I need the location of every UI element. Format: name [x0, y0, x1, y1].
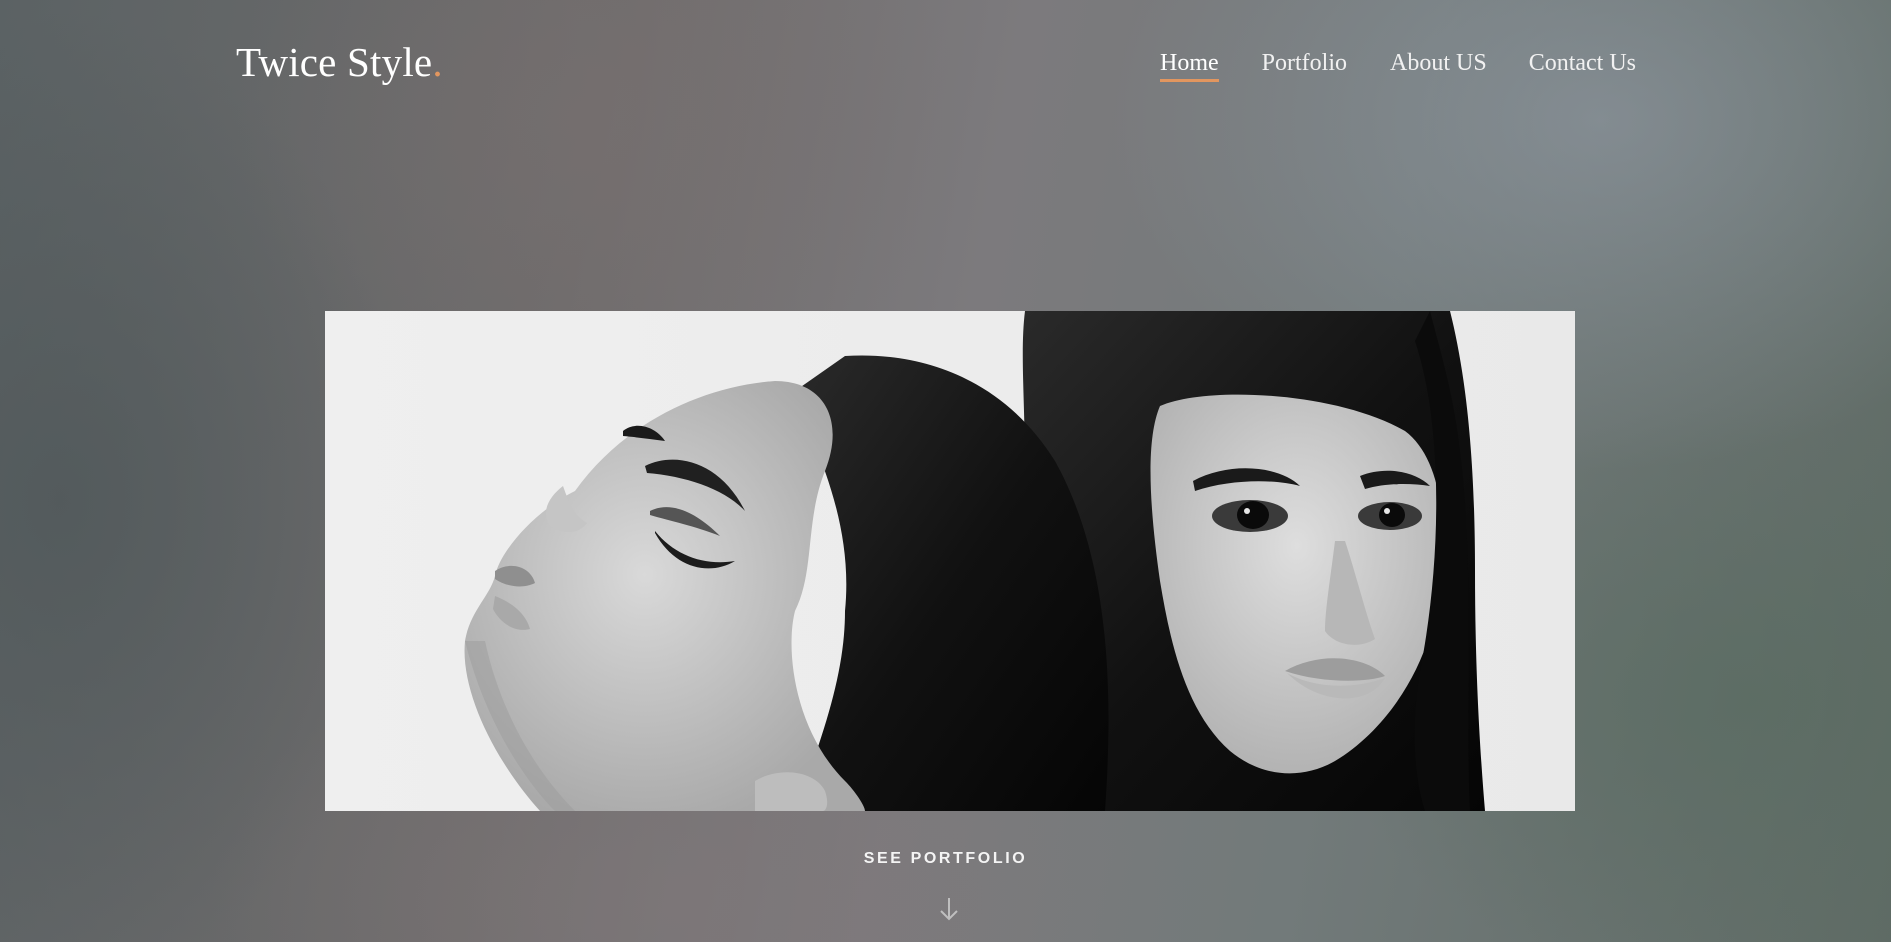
nav-about-link[interactable]: About US: [1390, 48, 1487, 78]
main-nav: Home Portfolio About US Contact Us: [1160, 48, 1636, 82]
see-portfolio-link[interactable]: SEE PORTFOLIO: [0, 850, 1891, 868]
site-logo[interactable]: Twice Style.: [236, 38, 443, 86]
nav-portfolio-link[interactable]: Portfolio: [1262, 48, 1347, 78]
logo-dot: .: [432, 39, 443, 85]
hero-image: [325, 311, 1575, 811]
hero-photo: [325, 311, 1575, 811]
site-header: Twice Style. Home Portfolio About US Con…: [0, 0, 1891, 130]
arrow-down-icon[interactable]: [937, 895, 961, 923]
logo-text: Twice Style: [236, 39, 433, 85]
nav-home-link[interactable]: Home: [1160, 48, 1219, 82]
nav-contact-link[interactable]: Contact Us: [1529, 48, 1636, 78]
